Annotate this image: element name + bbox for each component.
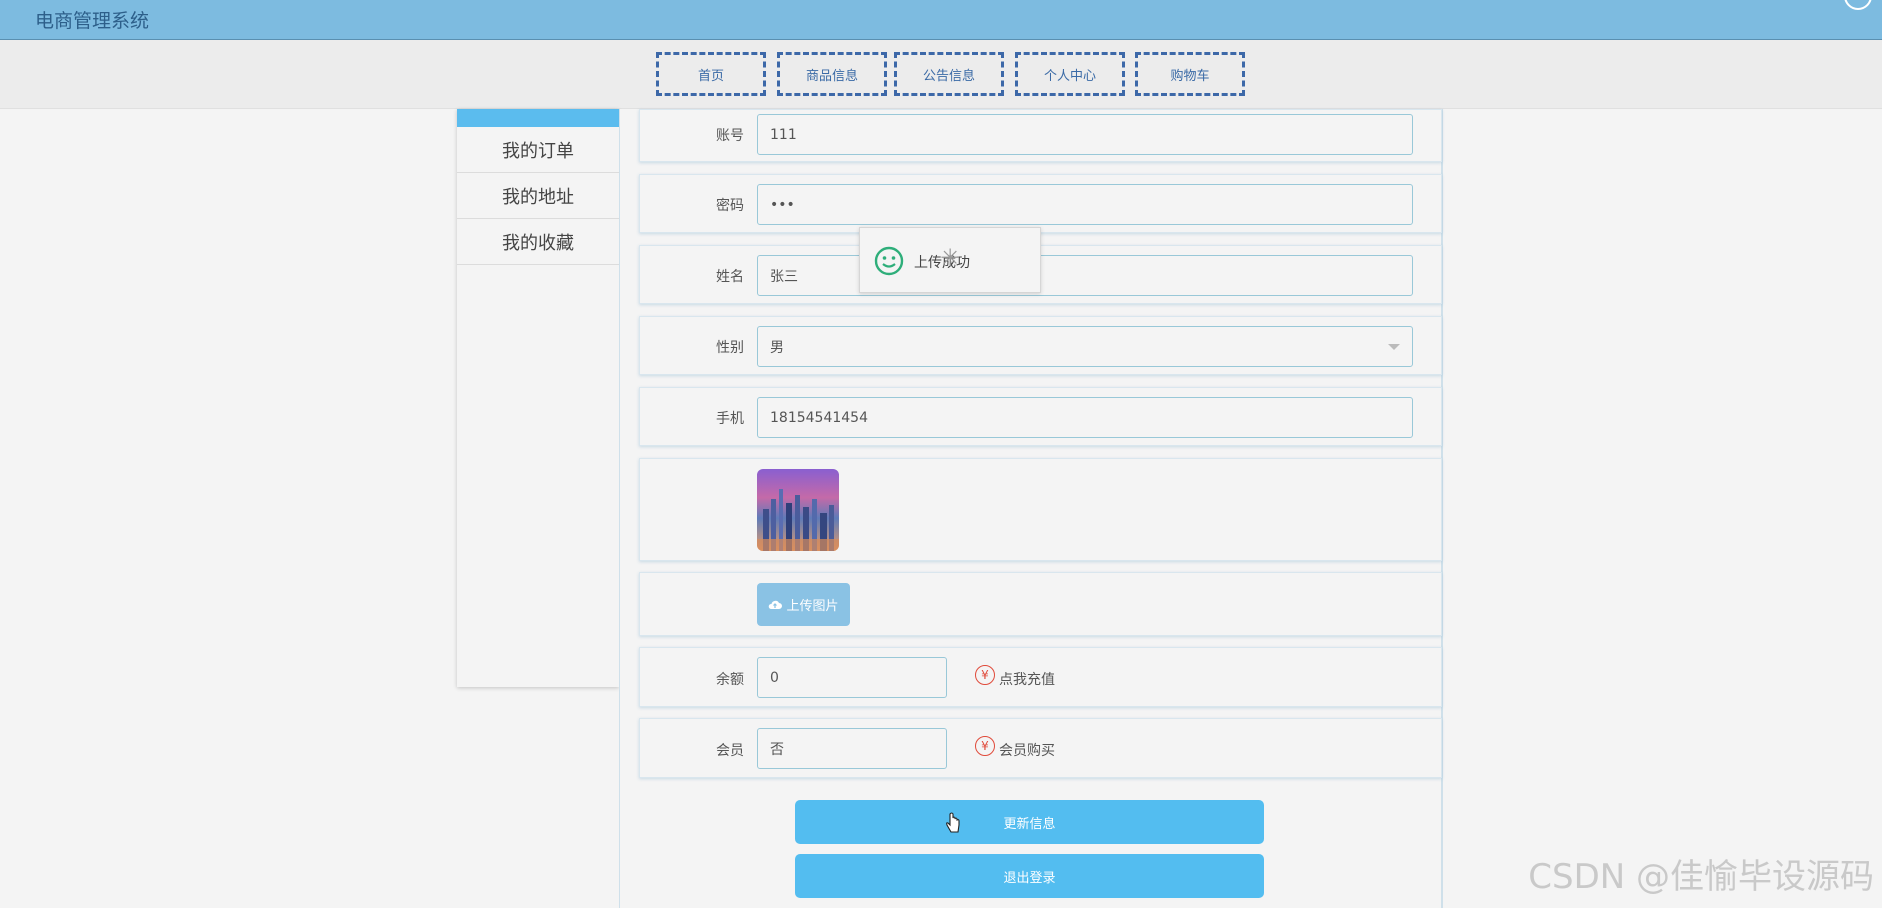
- update-info-button[interactable]: 更新信息: [795, 800, 1264, 844]
- app-title: 电商管理系统: [35, 10, 150, 32]
- member-input[interactable]: 否: [757, 728, 947, 769]
- recharge-link[interactable]: 点我充值: [999, 669, 1055, 689]
- account-label: 账号: [716, 128, 744, 144]
- loading-spinner-icon: ✳: [940, 244, 961, 272]
- name-input[interactable]: 张三: [757, 255, 1413, 296]
- gender-row: 性别 男: [639, 316, 1442, 375]
- user-circle-icon[interactable]: [1844, 0, 1872, 10]
- yen-icon: ¥: [975, 665, 995, 685]
- nav-item-notices[interactable]: 公告信息: [894, 52, 1004, 96]
- password-input[interactable]: •••: [757, 184, 1413, 225]
- sidebar-item-favorites[interactable]: 我的收藏: [457, 219, 619, 265]
- top-bar: 电商管理系统: [0, 0, 1882, 40]
- toast-popup: 上传成功 ✳: [859, 227, 1041, 293]
- sidebar-item-address[interactable]: 我的地址: [457, 173, 619, 219]
- nav-item-profile[interactable]: 个人中心: [1015, 52, 1125, 96]
- nav-item-home[interactable]: 首页: [656, 52, 766, 96]
- gender-label: 性别: [716, 340, 744, 356]
- password-label: 密码: [716, 198, 744, 214]
- avatar-row: [639, 458, 1442, 561]
- balance-input[interactable]: 0: [757, 657, 947, 698]
- balance-label: 余额: [716, 672, 744, 688]
- buy-membership-link[interactable]: 会员购买: [999, 740, 1055, 760]
- upload-image-button[interactable]: 上传图片: [757, 583, 850, 626]
- sidebar-item-orders[interactable]: 我的订单: [457, 127, 619, 173]
- password-row: 密码 •••: [639, 174, 1442, 233]
- gender-select[interactable]: 男: [757, 326, 1413, 367]
- upload-image-label: 上传图片: [786, 599, 839, 614]
- smile-icon: [874, 246, 904, 276]
- sidebar: 我的订单 我的地址 我的收藏: [457, 109, 619, 687]
- phone-row: 手机 18154541454: [639, 387, 1442, 446]
- city-skyline-image: [757, 489, 839, 551]
- nav-item-products[interactable]: 商品信息: [777, 52, 887, 96]
- name-label: 姓名: [716, 269, 744, 285]
- avatar-image: [757, 469, 839, 551]
- account-input[interactable]: 111: [757, 114, 1413, 155]
- member-label: 会员: [716, 743, 744, 759]
- sidebar-header: [457, 109, 619, 127]
- upload-row: 上传图片: [639, 572, 1442, 636]
- cloud-upload-icon: [769, 600, 783, 609]
- gender-value: 男: [770, 339, 784, 356]
- phone-label: 手机: [716, 411, 744, 427]
- watermark: CSDN @佳愉毕设源码: [1528, 857, 1874, 897]
- phone-input[interactable]: 18154541454: [757, 397, 1413, 438]
- yen-icon: ¥: [975, 736, 995, 756]
- member-row: 会员 否 ¥ 会员购买: [639, 718, 1442, 778]
- logout-button[interactable]: 退出登录: [795, 854, 1264, 898]
- account-row: 账号 111: [639, 109, 1442, 162]
- nav-bar: 首页 商品信息 公告信息 个人中心 购物车: [0, 40, 1882, 109]
- nav-item-cart[interactable]: 购物车: [1135, 52, 1245, 96]
- balance-row: 余额 0 ¥ 点我充值: [639, 647, 1442, 707]
- hand-cursor-icon: [946, 812, 960, 833]
- chevron-down-icon: [1388, 344, 1400, 350]
